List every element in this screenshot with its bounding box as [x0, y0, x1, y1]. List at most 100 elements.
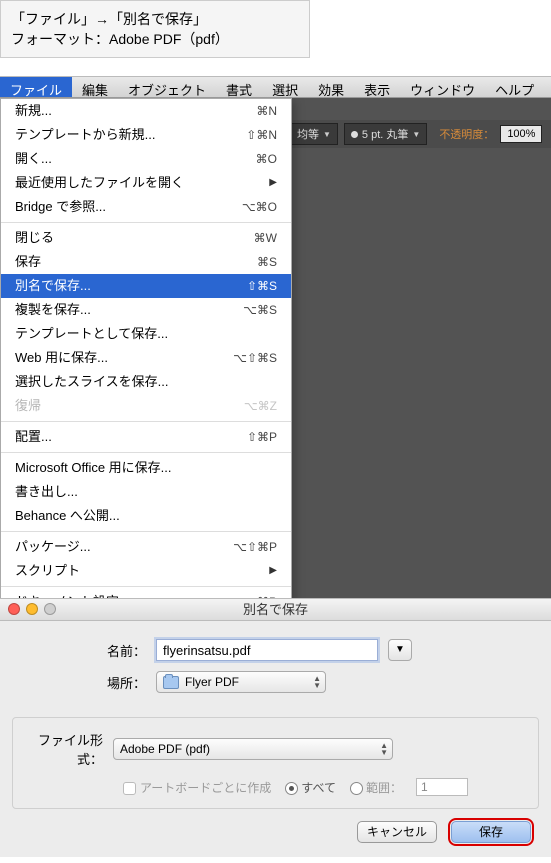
opacity-value[interactable]: 100% — [500, 125, 542, 143]
menu-shortcut: ⌥⇧⌘S — [233, 348, 277, 368]
menu-item-label: 選択したスライスを保存... — [15, 372, 168, 392]
range-all-radio[interactable]: すべて — [285, 779, 336, 796]
menu-edit[interactable]: 編集 — [72, 77, 118, 97]
menu-item[interactable]: ドキュメント設定... ⌥⌘P — [1, 590, 291, 598]
dialog-titlebar: 別名で保存 — [0, 599, 551, 621]
instruction-caption: 「ファイル」→「別名で保存」 フォーマット：Adobe PDF（pdf） — [0, 0, 310, 58]
window-controls — [8, 603, 56, 615]
menu-item[interactable]: 選択したスライスを保存... — [1, 370, 291, 394]
menu-item-label: 新規... — [15, 101, 52, 121]
menu-separator — [1, 452, 291, 453]
caption-line1: 「ファイル」→「別名で保存」 — [11, 9, 299, 29]
per-artboard-checkbox[interactable]: アートボードごとに作成 — [123, 779, 271, 796]
menu-shortcut: ⌥⌘O — [242, 197, 277, 217]
app-body: 均等▼ 5 pt. 丸筆▼ 不透明度： 100% 新規...⌘Nテンプレートから… — [0, 98, 551, 598]
stroke-align-select[interactable]: 均等▼ — [290, 123, 338, 145]
location-select[interactable]: Flyer PDF ▲▼ — [156, 671, 326, 693]
menu-separator — [1, 222, 291, 223]
menu-item-label: テンプレートから新規... — [15, 125, 155, 145]
range-custom-radio[interactable]: 範囲： — [350, 779, 402, 796]
menu-shortcut: ⇧⌘S — [247, 276, 277, 296]
menu-item-label: 保存 — [15, 252, 41, 272]
opacity-label: 不透明度： — [439, 126, 494, 142]
menu-shortcut: ⇧⌘N — [246, 125, 277, 145]
menu-item[interactable]: 複製を保存... ⌥⌘S — [1, 298, 291, 322]
menu-item-label: 配置... — [15, 427, 52, 447]
updown-icon: ▲▼ — [313, 675, 321, 689]
menu-item[interactable]: 新規... ⌘N — [1, 99, 291, 123]
zoom-window-button[interactable] — [44, 603, 56, 615]
menu-shortcut: ⇧⌘P — [247, 427, 277, 447]
menu-effect[interactable]: 効果 — [308, 77, 354, 97]
location-label: 場所： — [16, 673, 156, 692]
menu-item-label: 閉じる — [15, 228, 54, 248]
menu-item-label: Web 用に保存... — [15, 348, 108, 368]
cancel-button[interactable]: キャンセル — [357, 821, 437, 843]
menu-separator — [1, 531, 291, 532]
menu-item[interactable]: Bridge で参照... ⌥⌘O — [1, 195, 291, 219]
menu-item[interactable]: テンプレートから新規... ⇧⌘N — [1, 123, 291, 147]
menubar: ファイル 編集 オブジェクト 書式 選択 効果 表示 ウィンドウ ヘルプ — [0, 76, 551, 98]
file-dropdown-menu: 新規...⌘Nテンプレートから新規...⇧⌘N開く...⌘O最近使用したファイル… — [0, 98, 292, 598]
menu-item-label: 復帰 — [15, 396, 41, 416]
menu-window[interactable]: ウィンドウ — [400, 77, 485, 97]
menu-item[interactable]: Behance へ公開... — [1, 504, 291, 528]
menu-shortcut: ⌘N — [256, 101, 277, 121]
menu-shortcut: ⌥⇧⌘P — [233, 537, 277, 557]
filename-input[interactable] — [156, 639, 378, 661]
menu-view[interactable]: 表示 — [354, 77, 400, 97]
menu-item-label: 複製を保存... — [15, 300, 91, 320]
menu-item[interactable]: 開く... ⌘O — [1, 147, 291, 171]
menu-item-label: 書き出し... — [15, 482, 78, 502]
menu-item-label: ドキュメント設定... — [15, 592, 130, 598]
menu-item[interactable]: テンプレートとして保存... — [1, 322, 291, 346]
menu-separator — [1, 421, 291, 422]
brush-select[interactable]: 5 pt. 丸筆▼ — [344, 123, 427, 145]
submenu-arrow-icon: ▶ — [269, 173, 277, 193]
submenu-arrow-icon: ▶ — [269, 561, 277, 581]
menu-item[interactable]: Web 用に保存... ⌥⇧⌘S — [1, 346, 291, 370]
menu-item-label: パッケージ... — [15, 537, 91, 557]
format-label: ファイル形式： — [23, 730, 113, 768]
menu-item-label: 開く... — [15, 149, 52, 169]
menu-type[interactable]: 書式 — [216, 77, 262, 97]
format-panel: ファイル形式： Adobe PDF (pdf) ▲▼ アートボードごとに作成 す… — [12, 717, 539, 809]
menu-item[interactable]: 閉じる⌘W — [1, 226, 291, 250]
menu-help[interactable]: ヘルプ — [485, 77, 544, 97]
menu-file[interactable]: ファイル — [0, 77, 72, 97]
file-format-select[interactable]: Adobe PDF (pdf) ▲▼ — [113, 738, 393, 760]
menu-item-label: 最近使用したファイルを開く — [15, 173, 184, 193]
save-button[interactable]: 保存 — [451, 821, 531, 843]
menu-shortcut: ⌘S — [257, 252, 277, 272]
menu-object[interactable]: オブジェクト — [118, 77, 216, 97]
format-value: Adobe PDF (pdf) — [120, 742, 210, 756]
name-label: 名前： — [16, 641, 156, 660]
menu-item[interactable]: Microsoft Office 用に保存... — [1, 456, 291, 480]
save-as-dialog: 別名で保存 名前： ▼ 場所： Flyer PDF ▲▼ ファイル形式： Ado… — [0, 598, 551, 857]
menu-shortcut: ⌥⌘P — [243, 592, 277, 598]
menu-item-label: テンプレートとして保存... — [15, 324, 168, 344]
minimize-window-button[interactable] — [26, 603, 38, 615]
menu-shortcut: ⌥⌘Z — [244, 396, 277, 416]
menu-item[interactable]: パッケージ... ⌥⇧⌘P — [1, 535, 291, 559]
menu-item-label: Bridge で参照... — [15, 197, 106, 217]
menu-item[interactable]: スクリプト▶ — [1, 559, 291, 583]
menu-separator — [1, 586, 291, 587]
menu-item[interactable]: 書き出し... — [1, 480, 291, 504]
menu-item-label: Microsoft Office 用に保存... — [15, 458, 172, 478]
menu-item[interactable]: 保存 ⌘S — [1, 250, 291, 274]
menu-item-label: Behance へ公開... — [15, 506, 120, 526]
caption-line2: フォーマット：Adobe PDF（pdf） — [11, 29, 299, 49]
menu-item[interactable]: 別名で保存... ⇧⌘S — [1, 274, 291, 298]
range-input[interactable] — [416, 778, 468, 796]
menu-shortcut: ⌥⌘S — [243, 300, 277, 320]
menu-item[interactable]: 最近使用したファイルを開く ▶ — [1, 171, 291, 195]
menu-shortcut: ⌘O — [256, 149, 277, 169]
expand-dialog-button[interactable]: ▼ — [388, 639, 412, 661]
close-window-button[interactable] — [8, 603, 20, 615]
menu-item-label: 別名で保存... — [15, 276, 91, 296]
menu-item: 復帰 ⌥⌘Z — [1, 394, 291, 418]
menu-item[interactable]: 配置... ⇧⌘P — [1, 425, 291, 449]
menu-select[interactable]: 選択 — [262, 77, 308, 97]
location-value: Flyer PDF — [185, 675, 239, 689]
